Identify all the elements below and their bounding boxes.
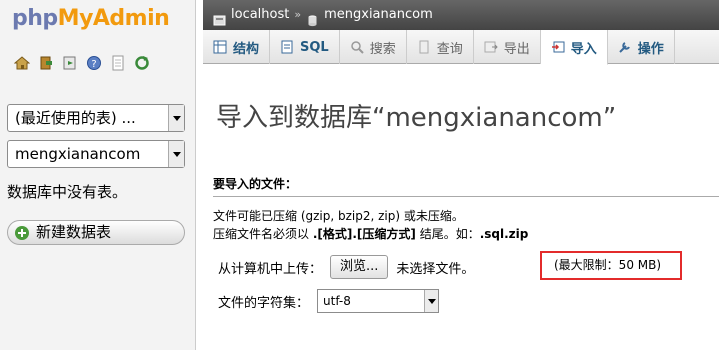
import-icon bbox=[551, 40, 565, 54]
chevron-down-icon bbox=[168, 105, 184, 131]
query-icon bbox=[417, 40, 431, 54]
upload-row: 从计算机中上传： 浏览... 未选择文件。 bbox=[218, 255, 474, 279]
sql-query-icon[interactable] bbox=[62, 55, 78, 71]
tab-import[interactable]: 导入 bbox=[540, 30, 608, 65]
import-form: 导入到数据库“mengxianancom” 要导入的文件： 文件可能已压缩 (g… bbox=[203, 64, 719, 350]
docs-icon[interactable] bbox=[110, 55, 126, 71]
recent-tables-select[interactable]: (最近使用的表) ... bbox=[7, 104, 185, 132]
reload-icon[interactable] bbox=[134, 55, 150, 71]
breadcrumb: localhost » mengxianancom bbox=[203, 0, 719, 30]
breadcrumb-database[interactable]: mengxianancom bbox=[324, 0, 433, 30]
compression-note: 文件可能已压缩 (gzip, bzip2, zip) 或未压缩。 bbox=[213, 209, 464, 223]
chevron-down-icon bbox=[424, 290, 439, 312]
tab-structure[interactable]: 结构 bbox=[203, 30, 271, 64]
filename-note: 压缩文件名必须以 .[格式].[压缩方式] 结尾。如：.sql.zip bbox=[213, 227, 529, 241]
charset-select[interactable]: utf-8 bbox=[317, 289, 440, 313]
help-icon[interactable]: ? bbox=[86, 55, 102, 71]
operations-icon bbox=[618, 40, 632, 54]
search-icon bbox=[350, 40, 364, 54]
home-icon[interactable] bbox=[13, 55, 31, 71]
no-tables-text: 数据库中没有表。 bbox=[7, 183, 128, 201]
breadcrumb-separator: » bbox=[294, 8, 302, 21]
max-size-limit: (最大限制：50 MB) bbox=[540, 251, 682, 280]
navigation-panel: phpMyAdmin ? (最近使用的表) ... mengxianancom … bbox=[0, 0, 196, 350]
browse-button[interactable]: 浏览... bbox=[330, 255, 389, 279]
no-file-text: 未选择文件。 bbox=[396, 261, 475, 277]
tab-query[interactable]: 查询 bbox=[407, 30, 474, 64]
server-icon bbox=[213, 9, 226, 25]
chevron-down-icon bbox=[168, 141, 184, 167]
add-icon bbox=[15, 226, 29, 240]
tab-export[interactable]: 导出 bbox=[474, 30, 541, 64]
section-heading: 要导入的文件： bbox=[213, 175, 719, 197]
charset-label: 文件的字符集： bbox=[218, 295, 310, 311]
breadcrumb-server[interactable]: localhost bbox=[231, 0, 289, 30]
upload-label: 从计算机中上传： bbox=[218, 261, 323, 277]
phpmyadmin-logo[interactable]: phpMyAdmin bbox=[12, 6, 170, 31]
svg-text:?: ? bbox=[91, 59, 96, 70]
sql-icon bbox=[280, 40, 294, 54]
structure-icon bbox=[213, 40, 227, 54]
database-icon bbox=[306, 9, 319, 26]
tab-bar: 结构 SQL 搜索 查询 导出 导入 操作 bbox=[203, 30, 719, 65]
new-table-button[interactable]: 新建数据表 bbox=[7, 220, 185, 245]
database-select[interactable]: mengxianancom bbox=[7, 140, 185, 168]
exit-icon[interactable] bbox=[38, 55, 54, 71]
nav-icon-bar: ? bbox=[13, 55, 150, 71]
tab-operations[interactable]: 操作 bbox=[608, 30, 675, 64]
charset-row: 文件的字符集： utf-8 bbox=[218, 289, 440, 313]
page-title: 导入到数据库“mengxianancom” bbox=[216, 103, 617, 133]
tab-search[interactable]: 搜索 bbox=[340, 30, 407, 64]
tab-sql[interactable]: SQL bbox=[270, 30, 340, 64]
export-icon bbox=[484, 40, 498, 54]
